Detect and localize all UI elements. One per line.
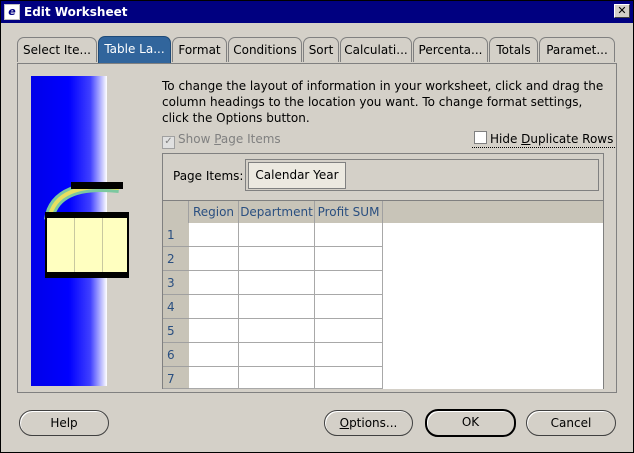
tab-totals[interactable]: Totals bbox=[489, 37, 538, 62]
grid-cell bbox=[315, 343, 383, 367]
row-header: 2 bbox=[163, 247, 189, 271]
grid-cell bbox=[315, 367, 383, 389]
row-header: 7 bbox=[163, 367, 189, 389]
tab-calculations[interactable]: Calculati... bbox=[340, 37, 412, 62]
grid-cell bbox=[315, 223, 383, 247]
cancel-button[interactable]: Cancel bbox=[526, 410, 616, 436]
tab-select-items[interactable]: Select Ite... bbox=[17, 37, 97, 62]
app-icon: e bbox=[4, 4, 20, 20]
window-title: Edit Worksheet bbox=[24, 5, 128, 19]
grid-header-row: Region Department Profit SUM bbox=[163, 201, 603, 223]
tab-table-layout[interactable]: Table La... bbox=[98, 36, 171, 63]
grid-cell bbox=[239, 319, 315, 343]
tab-percentages[interactable]: Percenta... bbox=[413, 37, 488, 62]
show-page-items-checkbox[interactable]: ✓ Show Page Items bbox=[162, 132, 281, 149]
grid-cell bbox=[239, 343, 315, 367]
grid-cell bbox=[239, 271, 315, 295]
grid-cell bbox=[315, 247, 383, 271]
tab-conditions[interactable]: Conditions bbox=[228, 37, 302, 62]
grid-cell bbox=[239, 223, 315, 247]
grid-cell bbox=[189, 319, 239, 343]
grid-cell bbox=[315, 271, 383, 295]
ok-button[interactable]: OK bbox=[425, 409, 516, 437]
tab-parameters[interactable]: Paramet... bbox=[539, 37, 615, 62]
row-header: 5 bbox=[163, 319, 189, 343]
grid-cell bbox=[239, 295, 315, 319]
table-layout-editor: Page Items: Calendar Year Region Departm… bbox=[162, 153, 604, 389]
grid-cell bbox=[189, 271, 239, 295]
worksheet-illustration bbox=[31, 76, 129, 386]
hide-duplicate-rows-checkbox[interactable]: Hide Duplicate Rows bbox=[472, 130, 616, 148]
page-items-drop-area[interactable]: Calendar Year bbox=[245, 159, 599, 191]
column-header-region[interactable]: Region bbox=[189, 201, 239, 223]
help-button[interactable]: Help bbox=[19, 410, 109, 436]
corner-header bbox=[163, 201, 189, 223]
table-layout-panel: To change the layout of information in y… bbox=[17, 63, 617, 393]
row-header: 3 bbox=[163, 271, 189, 295]
edit-worksheet-window: e Edit Worksheet ✕ Select Ite... Table L… bbox=[0, 0, 634, 453]
grid-cell bbox=[189, 367, 239, 389]
grid-cell bbox=[189, 295, 239, 319]
close-button[interactable]: ✕ bbox=[614, 4, 630, 18]
grid-cell bbox=[315, 295, 383, 319]
column-header-department[interactable]: Department bbox=[239, 201, 315, 223]
spreadsheet-icon bbox=[45, 212, 129, 278]
grid-cell bbox=[189, 343, 239, 367]
layout-instructions: To change the layout of information in y… bbox=[162, 79, 604, 125]
page-items-label: Page Items: bbox=[173, 169, 244, 183]
grid-cell bbox=[189, 247, 239, 271]
grid-cell bbox=[189, 223, 239, 247]
checkbox-box bbox=[474, 131, 487, 144]
table-preview-grid: Region Department Profit SUM 1 2 3 4 5 6… bbox=[163, 200, 603, 389]
grid-cell bbox=[239, 367, 315, 389]
grid-cell bbox=[315, 319, 383, 343]
tab-sort[interactable]: Sort bbox=[303, 37, 339, 62]
row-header: 4 bbox=[163, 295, 189, 319]
page-item-calendar-year[interactable]: Calendar Year bbox=[248, 162, 346, 189]
options-button[interactable]: Options... bbox=[324, 410, 413, 436]
row-header: 6 bbox=[163, 343, 189, 367]
tab-format[interactable]: Format bbox=[172, 37, 227, 62]
row-header: 1 bbox=[163, 223, 189, 247]
column-header-profit-sum[interactable]: Profit SUM bbox=[315, 201, 383, 223]
grid-cell bbox=[239, 247, 315, 271]
checkmark-icon: ✓ bbox=[162, 136, 175, 149]
title-bar[interactable]: e Edit Worksheet ✕ bbox=[1, 1, 633, 23]
